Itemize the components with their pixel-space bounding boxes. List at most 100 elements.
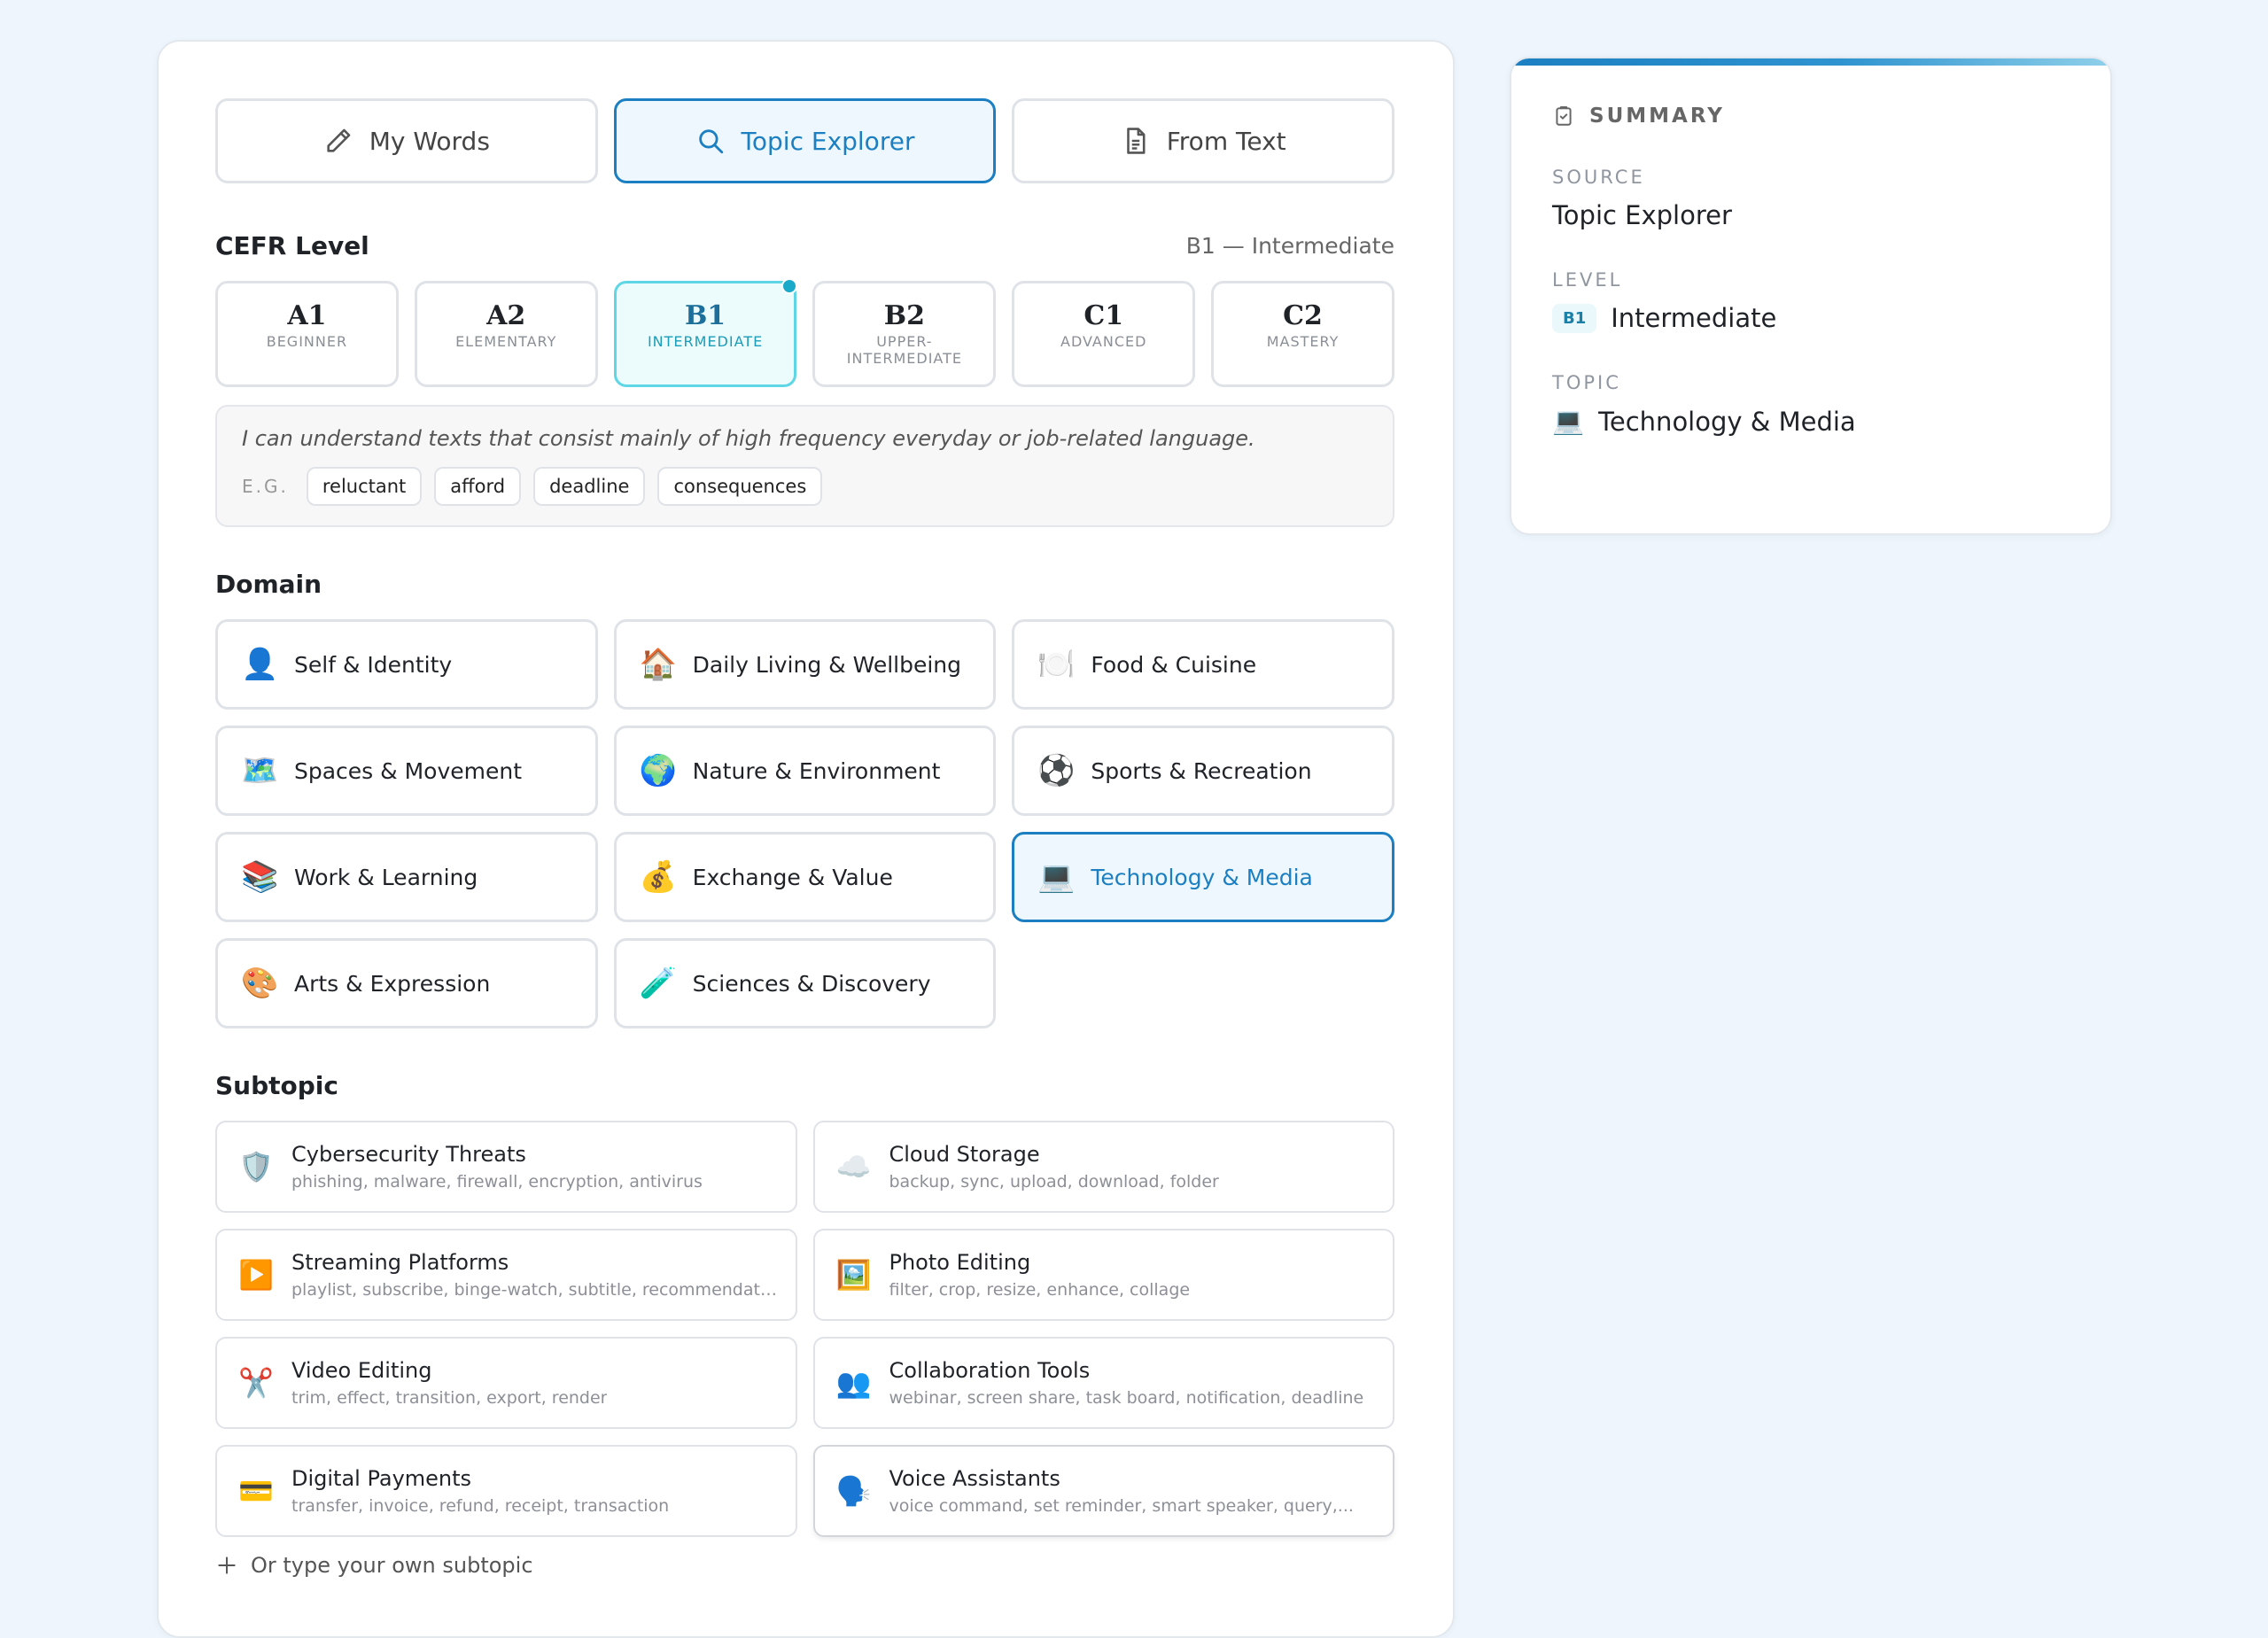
tab-my-words[interactable]: My Words: [215, 98, 598, 183]
level-code: A2: [486, 300, 526, 331]
subtopic-photo-editing[interactable]: 🖼️ Photo Editing filter, crop, resize, e…: [812, 1229, 1394, 1321]
domain-sports-recreation[interactable]: ⚽ Sports & Recreation: [1012, 726, 1394, 816]
domain-label: Arts & Expression: [294, 970, 491, 997]
subtopic-keywords: voice command, set reminder, smart speak…: [889, 1496, 1354, 1516]
topic-text: Technology & Media: [1598, 406, 1856, 437]
framed-picture-icon: 🖼️: [835, 1258, 872, 1292]
summary-accent-bar: [1511, 58, 2110, 66]
subtopic-title: Cloud Storage: [889, 1142, 1040, 1167]
tab-label: Topic Explorer: [741, 126, 915, 156]
clipboard-check-icon: [1556, 106, 1572, 126]
subtopic-digital-payments[interactable]: 💳 Digital Payments transfer, invoice, re…: [215, 1445, 797, 1537]
source-label: SOURCE: [1552, 167, 1645, 188]
house-icon: 🏠: [639, 647, 677, 682]
globe-icon: 🌍: [639, 753, 677, 788]
subtopic-title: Voice Assistants: [889, 1466, 1060, 1491]
subtopic-keywords: trim, effect, transition, export, render: [291, 1388, 608, 1408]
level-name: Mastery: [1266, 333, 1340, 350]
level-b1-button[interactable]: B1 Intermediate: [613, 278, 798, 387]
level-c1-button[interactable]: C1 Advanced: [1012, 281, 1196, 387]
tab-topic-explorer[interactable]: Topic Explorer: [613, 98, 997, 183]
soccer-ball-icon: ⚽: [1037, 753, 1076, 788]
money-bag-icon: 💰: [639, 859, 677, 895]
domain-header: Domain: [215, 566, 1394, 602]
people-icon: 👥: [835, 1366, 872, 1400]
level-code: A1: [287, 300, 327, 331]
selected-indicator-dot: [781, 278, 798, 294]
laptop-icon: 💻: [1552, 406, 1585, 436]
domain-grid: 👤 Self & Identity 🏠 Daily Living & Wellb…: [215, 619, 1394, 1029]
subtopic-title: Digital Payments: [291, 1466, 472, 1491]
custom-subtopic-button[interactable]: Or type your own subtopic: [215, 1553, 1394, 1578]
level-description-box: I can understand texts that consist main…: [215, 405, 1394, 527]
pencil-icon: [327, 128, 351, 152]
books-icon: 📚: [241, 859, 279, 895]
palette-icon: 🎨: [241, 966, 279, 1001]
subtopic-keywords: phishing, malware, firewall, encryption,…: [291, 1172, 703, 1192]
subtopic-video-editing[interactable]: ✂️ Video Editing trim, effect, transitio…: [215, 1337, 797, 1429]
subtopic-voice-assistants[interactable]: 🗣️ Voice Assistants voice command, set r…: [812, 1445, 1394, 1537]
subtopic-keywords: transfer, invoice, refund, receipt, tran…: [291, 1496, 670, 1516]
subtopic-keywords: playlist, subscribe, binge-watch, subtit…: [291, 1280, 779, 1300]
level-description: I can understand texts that consist main…: [242, 426, 1255, 451]
domain-arts-expression[interactable]: 🎨 Arts & Expression: [215, 938, 598, 1029]
domain-sciences-discovery[interactable]: 🧪 Sciences & Discovery: [613, 938, 997, 1029]
level-a1-button[interactable]: A1 Beginner: [215, 281, 399, 387]
domain-daily-living[interactable]: 🏠 Daily Living & Wellbeing: [613, 619, 997, 710]
tab-label: My Words: [369, 126, 490, 156]
level-a2-button[interactable]: A2 Elementary: [414, 281, 598, 387]
subtopic-cybersecurity-threats[interactable]: 🛡️ Cybersecurity Threats phishing, malwa…: [215, 1121, 797, 1213]
subtopic-cloud-storage[interactable]: ☁️ Cloud Storage backup, sync, upload, d…: [812, 1121, 1394, 1213]
level-value: B1 Intermediate: [1552, 303, 2070, 333]
laptop-icon: 💻: [1037, 859, 1076, 895]
plus-icon: [218, 1556, 236, 1574]
domain-exchange-value[interactable]: 💰 Exchange & Value: [613, 832, 997, 922]
tab-label: From Text: [1166, 126, 1286, 156]
domain-technology-media[interactable]: 💻 Technology & Media: [1012, 832, 1394, 922]
test-tube-icon: 🧪: [639, 966, 677, 1001]
subtopic-keywords: webinar, screen share, task board, notif…: [889, 1388, 1364, 1408]
scissors-icon: ✂️: [238, 1366, 274, 1400]
subtopic-title: Cybersecurity Threats: [291, 1142, 526, 1167]
example-word-chip: reluctant: [306, 467, 423, 506]
domain-label: Food & Cuisine: [1091, 651, 1257, 678]
level-b2-button[interactable]: B2 Upper-Intermediate: [812, 281, 997, 387]
topic-config-card: My Words Topic Explorer From Text CEFR L…: [157, 40, 1455, 1638]
play-icon: ▶️: [238, 1258, 274, 1292]
domain-label: Nature & Environment: [692, 757, 941, 784]
example-word-chip: deadline: [533, 467, 646, 506]
domain-work-learning[interactable]: 📚 Work & Learning: [215, 832, 598, 922]
cefr-title: CEFR Level: [215, 230, 369, 260]
subtopic-keywords: backup, sync, upload, download, folder: [889, 1172, 1219, 1192]
credit-card-icon: 💳: [238, 1474, 274, 1508]
summary-title: SUMMARY: [1589, 105, 1725, 128]
domain-label: Daily Living & Wellbeing: [692, 651, 962, 678]
domain-label: Sciences & Discovery: [692, 970, 931, 997]
topic-label: TOPIC: [1552, 372, 1621, 393]
summary-header: SUMMARY: [1552, 105, 2070, 128]
subtopic-collaboration-tools[interactable]: 👥 Collaboration Tools webinar, screen sh…: [812, 1337, 1394, 1429]
tab-from-text[interactable]: From Text: [1012, 98, 1395, 183]
search-icon: [698, 129, 723, 154]
domain-label: Sports & Recreation: [1091, 757, 1312, 784]
domain-self-identity[interactable]: 👤 Self & Identity: [215, 619, 598, 710]
level-code: C2: [1283, 300, 1323, 331]
shield-icon: 🛡️: [238, 1150, 274, 1184]
domain-spaces-movement[interactable]: 🗺️ Spaces & Movement: [215, 726, 598, 816]
subtopic-streaming-platforms[interactable]: ▶️ Streaming Platforms playlist, subscri…: [215, 1229, 797, 1321]
subtopic-header: Subtopic: [215, 1067, 1394, 1103]
level-label: LEVEL: [1552, 269, 1623, 291]
level-name: Intermediate: [647, 333, 764, 350]
domain-label: Technology & Media: [1091, 864, 1313, 890]
domain-food-cuisine[interactable]: 🍽️ Food & Cuisine: [1012, 619, 1394, 710]
subtopic-keywords: filter, crop, resize, enhance, collage: [889, 1280, 1191, 1300]
level-name: Upper-Intermediate: [846, 333, 963, 367]
eg-label: E.G.: [242, 476, 289, 497]
domain-nature-environment[interactable]: 🌍 Nature & Environment: [613, 726, 997, 816]
subtopic-grid: 🛡️ Cybersecurity Threats phishing, malwa…: [215, 1121, 1394, 1537]
document-icon: [1126, 128, 1146, 154]
subtopic-title: Subtopic: [215, 1070, 339, 1100]
domain-label: Exchange & Value: [692, 864, 893, 890]
level-c2-button[interactable]: C2 Mastery: [1211, 281, 1394, 387]
map-icon: 🗺️: [241, 753, 279, 788]
